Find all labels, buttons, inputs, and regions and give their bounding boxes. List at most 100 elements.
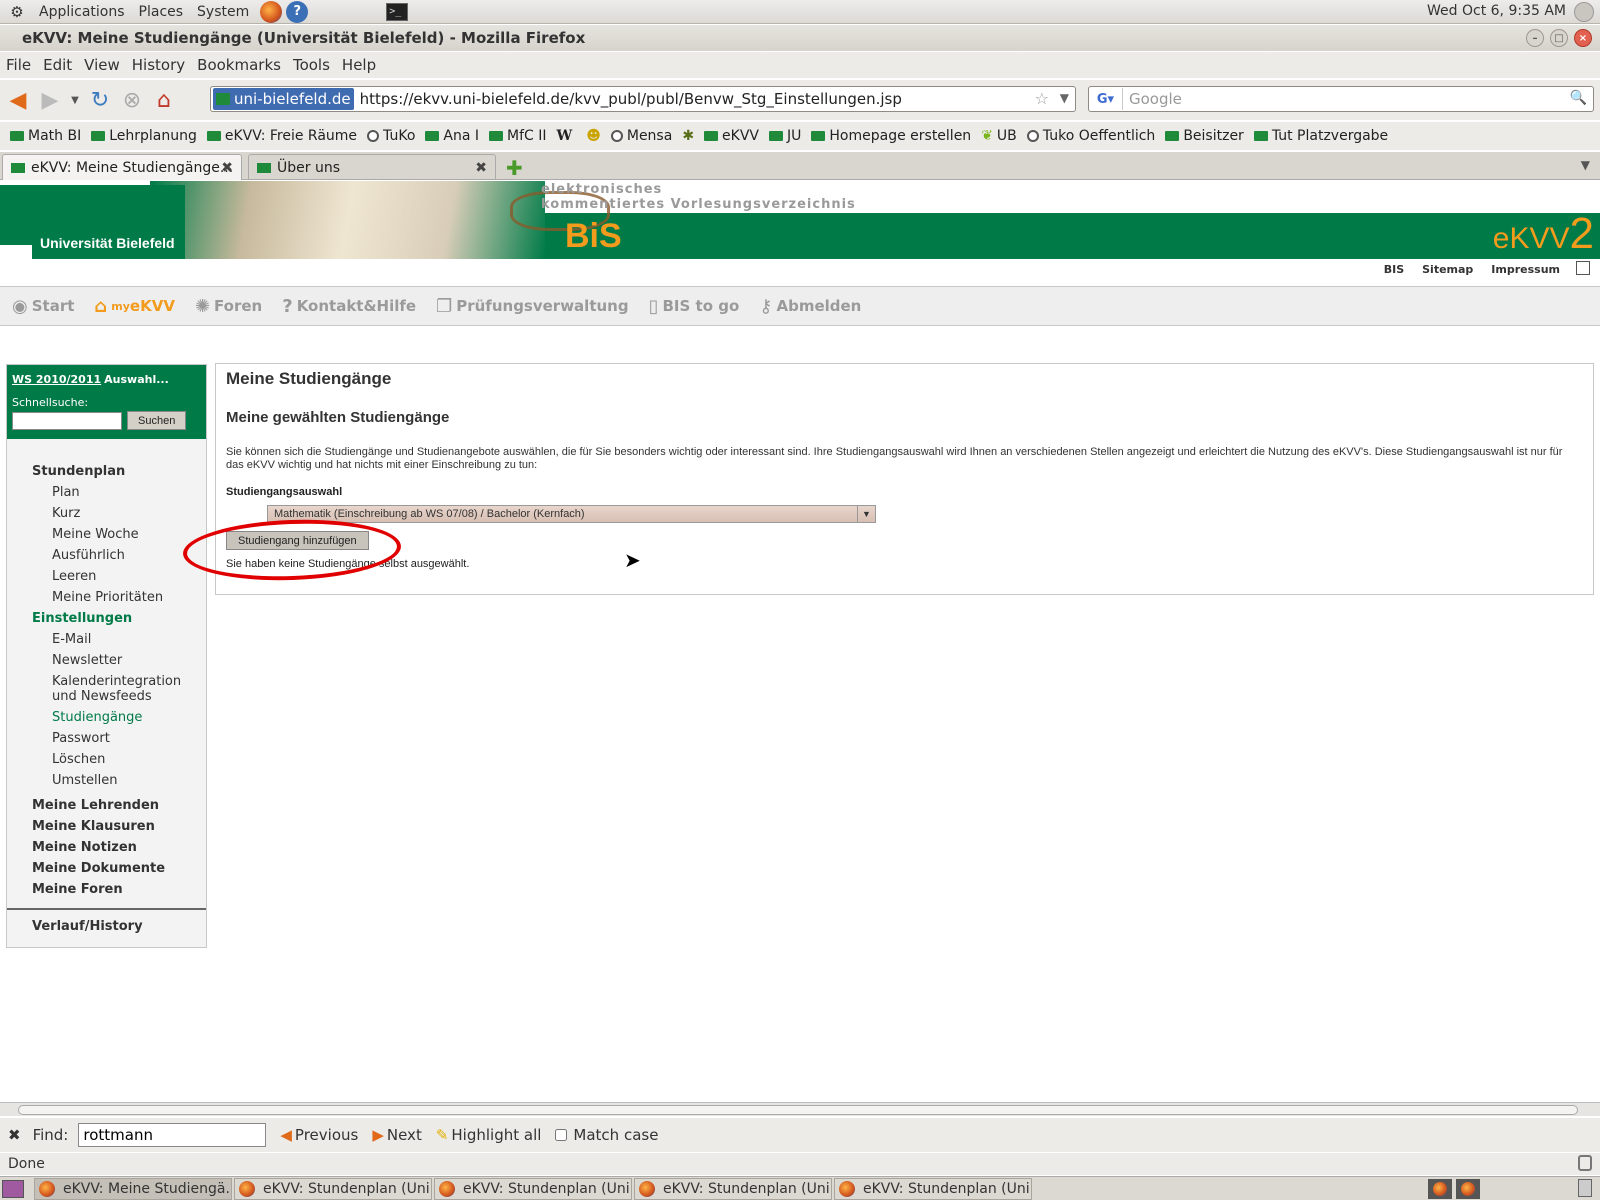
taskbar-window-button[interactable]: eKVV: Stundenplan (Uni...	[234, 1177, 432, 1200]
taskbar-window-button[interactable]: eKVV: Stundenplan (Uni...	[834, 1177, 1032, 1200]
sidebar-item[interactable]: Meine Klausuren	[7, 816, 206, 837]
nav-bis-to-go[interactable]: ▯ BIS to go	[649, 296, 740, 317]
chevron-down-icon[interactable]: ▼	[857, 506, 875, 522]
workspace-2[interactable]	[1456, 1179, 1480, 1199]
user-icon[interactable]	[1574, 2, 1594, 22]
sidebar-item[interactable]: Ausführlich	[7, 545, 206, 566]
taskbar-window-button[interactable]: eKVV: Stundenplan (Uni...	[434, 1177, 632, 1200]
taskbar-window-button[interactable]: eKVV: Stundenplan (Uni...	[634, 1177, 832, 1200]
close-window-icon[interactable]: ×	[1574, 29, 1592, 47]
menu-view[interactable]: View	[84, 56, 120, 74]
bookmark-item[interactable]: Tuko Oeffentlich	[1026, 128, 1155, 144]
new-tab-icon[interactable]: ✚	[506, 156, 523, 180]
nav-start[interactable]: ◉ Start	[12, 296, 74, 317]
ekvv-logo[interactable]: eKVV2	[1493, 209, 1594, 259]
stop-icon[interactable]: ⊗	[118, 86, 146, 114]
sidebar-item[interactable]: Studiengänge	[7, 707, 206, 728]
bookmark-item[interactable]: ☻	[586, 128, 601, 144]
semester-select-link[interactable]: Auswahl...	[104, 373, 169, 386]
system-menu[interactable]: System	[197, 4, 249, 20]
reload-icon[interactable]: ↻	[86, 86, 114, 114]
sidebar-item[interactable]: Umstellen	[7, 770, 206, 791]
minimize-icon[interactable]: –	[1526, 29, 1544, 47]
bookmark-wikipedia[interactable]: W	[557, 128, 577, 144]
horizontal-scrollbar[interactable]	[0, 1102, 1600, 1116]
nav-my-ekvv[interactable]: ⌂ my eKVV	[94, 296, 175, 317]
sidebar-item[interactable]: Newsletter	[7, 650, 206, 671]
bis-logo[interactable]: BiS	[565, 217, 622, 256]
workspace-1[interactable]	[1428, 1179, 1452, 1199]
bookmark-item[interactable]: Homepage erstellen	[811, 128, 971, 144]
menu-edit[interactable]: Edit	[43, 56, 72, 74]
bookmark-item[interactable]: Lehrplanung	[91, 128, 197, 144]
highlight-all-button[interactable]: ✎ Highlight all	[436, 1126, 542, 1144]
bookmark-item[interactable]: ❦ UB	[981, 128, 1017, 144]
match-case-toggle[interactable]: Match case	[555, 1126, 658, 1144]
bookmark-item[interactable]: eKVV	[704, 128, 759, 144]
sidebar-item[interactable]: E-Mail	[7, 629, 206, 650]
bookmark-item[interactable]: eKVV: Freie Räume	[206, 128, 357, 144]
semester-link[interactable]: WS 2010/2011	[12, 373, 101, 386]
bookmark-item[interactable]: Math BI	[10, 128, 81, 144]
site-identity-button[interactable]: uni-bielefeld.de	[213, 88, 354, 110]
sidebar-item[interactable]: Meine Prioritäten	[7, 587, 206, 608]
sidebar-item[interactable]: Meine Lehrenden	[7, 795, 206, 816]
search-engine-icon[interactable]: G▾	[1089, 88, 1123, 110]
sidebar-item[interactable]: Verlauf/History	[7, 916, 206, 937]
search-box[interactable]: G▾ Google 🔍	[1088, 86, 1594, 112]
back-arrow-icon[interactable]: ◀	[4, 86, 32, 114]
menu-tools[interactable]: Tools	[293, 56, 330, 74]
window-titlebar[interactable]: eKVV: Meine Studiengänge (Universität Bi…	[0, 25, 1600, 51]
sidebar-item[interactable]: Meine Woche	[7, 524, 206, 545]
nav-abmelden[interactable]: ⚷ Abmelden	[759, 296, 861, 317]
sidebar-item[interactable]: Einstellungen	[7, 608, 206, 629]
firefox-launcher-icon[interactable]	[260, 0, 283, 23]
tab-ueber-uns[interactable]: Über uns ✖	[248, 154, 496, 180]
taskbar-window-button[interactable]: eKVV: Meine Studiengä...	[34, 1177, 232, 1200]
sidebar-item[interactable]: Plan	[7, 482, 206, 503]
help-icon[interactable]: ?	[286, 0, 309, 23]
sidebar-item[interactable]: Kurz	[7, 503, 206, 524]
match-case-checkbox[interactable]	[555, 1129, 568, 1141]
terminal-launcher-icon[interactable]: >_	[386, 2, 409, 21]
sidebar-item[interactable]: Meine Notizen	[7, 837, 206, 858]
close-findbar-icon[interactable]: ✖	[8, 1126, 21, 1144]
find-next-button[interactable]: ▶ Next	[372, 1126, 422, 1144]
forward-arrow-icon[interactable]: ▶	[36, 86, 64, 114]
trash-icon[interactable]	[1578, 1179, 1592, 1197]
menu-help[interactable]: Help	[342, 56, 376, 74]
nav-pruefungsverwaltung[interactable]: ❐ Prüfungsverwaltung	[436, 296, 629, 317]
history-dropdown-icon[interactable]: ▼	[68, 86, 82, 114]
sidebar-item[interactable]: Meine Dokumente	[7, 858, 206, 879]
applications-menu[interactable]: Applications	[39, 4, 125, 20]
sidebar-item[interactable]: Passwort	[7, 728, 206, 749]
sidebar-item[interactable]: Leeren	[7, 566, 206, 587]
menu-bookmarks[interactable]: Bookmarks	[197, 56, 281, 74]
home-icon[interactable]: ⌂	[150, 86, 178, 114]
studiengang-select[interactable]: Mathematik (Einschreibung ab WS 07/08) /…	[267, 505, 876, 523]
sidebar-item[interactable]: Kalenderintegration und Newsfeeds	[7, 671, 206, 707]
bookmark-item[interactable]: Tut Platzvergabe	[1253, 128, 1388, 144]
menu-file[interactable]: File	[6, 56, 31, 74]
sidebar-item[interactable]: Löschen	[7, 749, 206, 770]
link-bis[interactable]: BIS	[1384, 263, 1404, 276]
quicksearch-button[interactable]: Suchen	[127, 411, 187, 430]
bookmark-item[interactable]: Ana I	[425, 128, 479, 144]
nav-foren[interactable]: ✺ Foren	[195, 296, 262, 317]
sidebar-item[interactable]: Meine Foren	[7, 879, 206, 900]
bookmark-item[interactable]: JU	[769, 128, 801, 144]
university-logo[interactable]: Universität Bielefeld	[0, 185, 185, 259]
search-icon[interactable]: 🔍	[1570, 90, 1587, 106]
bookmark-star-icon[interactable]: ☆	[1035, 89, 1049, 108]
bookmark-item[interactable]: Beisitzer	[1165, 128, 1244, 144]
bookmark-item[interactable]: TuKo	[367, 128, 415, 144]
link-sitemap[interactable]: Sitemap	[1422, 263, 1473, 276]
bookmark-item[interactable]: MfC II	[489, 128, 547, 144]
maximize-icon[interactable]: □	[1550, 29, 1568, 47]
search-placeholder[interactable]: Google	[1129, 90, 1182, 108]
quicksearch-input[interactable]	[12, 411, 122, 430]
scrollbar-thumb[interactable]	[18, 1105, 1578, 1115]
find-input[interactable]	[78, 1123, 267, 1147]
url-dropdown-icon[interactable]: ▼	[1060, 91, 1069, 105]
bookmark-item[interactable]: ✱	[682, 128, 694, 144]
